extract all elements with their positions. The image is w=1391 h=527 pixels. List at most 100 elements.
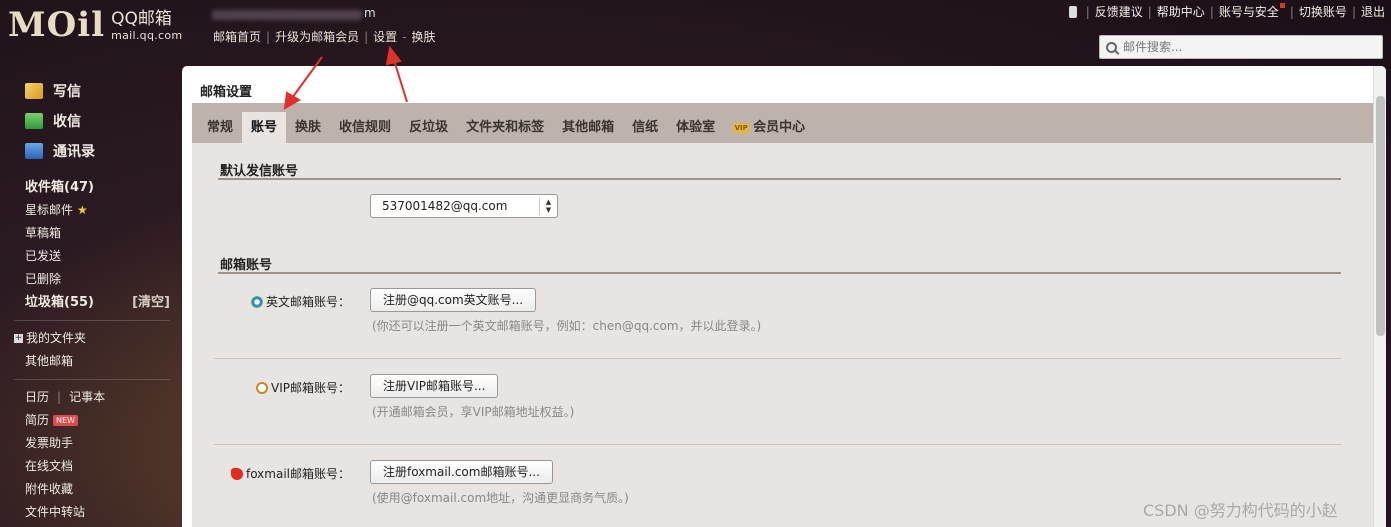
- phone-icon[interactable]: [1068, 5, 1077, 18]
- user-name-redacted: [212, 10, 362, 20]
- vip-account-label: VIP邮箱账号：: [256, 379, 350, 396]
- foxmail-account-label: foxmail邮箱账号：: [230, 465, 350, 482]
- foxmail-account-hint: (使用@foxmail.com地址，沟通更显商务气质。): [372, 491, 629, 505]
- sidebar-item-my-folders[interactable]: + 我的文件夹: [0, 327, 178, 350]
- default-sender-value: 537001482@qq.com: [382, 199, 508, 213]
- sidebar-item-label: 收信: [53, 114, 81, 130]
- sidebar-item-online-docs[interactable]: 在线文档: [0, 455, 178, 478]
- mail-search[interactable]: [1099, 35, 1383, 59]
- sidebar-apps-row: 日历 | 记事本: [0, 386, 178, 409]
- user-name-suffix: m: [364, 6, 376, 20]
- search-icon[interactable]: [1106, 41, 1117, 53]
- csdn-watermark: CSDN @努力构代码的小赵: [1143, 501, 1338, 520]
- sidebar-item-label: 简历: [25, 413, 50, 427]
- sidebar-item-resume[interactable]: 简历 NEW: [0, 409, 178, 432]
- register-vip-account-button[interactable]: 注册VIP邮箱账号...: [370, 374, 499, 398]
- tab-account[interactable]: 账号: [242, 112, 287, 143]
- sidebar-item-attachments[interactable]: 附件收藏: [0, 478, 178, 501]
- sidebar-item-other-mailboxes[interactable]: 其他邮箱: [0, 350, 178, 373]
- tab-vip-center[interactable]: VIP 会员中心: [724, 112, 814, 143]
- sidebar-item-starred[interactable]: 星标邮件 ★: [25, 199, 178, 222]
- english-account-label-text: 英文邮箱账号：: [265, 295, 350, 309]
- nav-skin-link[interactable]: 换肤: [411, 28, 435, 45]
- vip-icon: VIP: [733, 122, 750, 133]
- logo[interactable]: MOil QQ邮箱 mail.qq.com: [8, 8, 182, 42]
- sidebar-item-notebook[interactable]: 记事本: [69, 386, 105, 409]
- tab-anti-spam[interactable]: 反垃圾: [400, 112, 457, 143]
- section-divider: [218, 272, 1341, 274]
- tab-general[interactable]: 常规: [198, 112, 242, 143]
- feedback-link[interactable]: 反馈建议: [1095, 3, 1143, 20]
- settings-panel: 邮箱设置 常规 账号 换肤 收信规则 反垃圾 文件夹和标签 其他邮箱 信纸 体验…: [182, 66, 1386, 527]
- logo-url: mail.qq.com: [111, 29, 183, 42]
- sidebar-main-actions: 写信 收信 通讯录: [0, 62, 178, 166]
- sidebar-item-contacts[interactable]: 通讯录: [25, 136, 178, 166]
- vip-account-label-text: VIP邮箱账号：: [271, 381, 350, 395]
- sidebar: 写信 收信 通讯录 收件箱(47) 星标邮件 ★ 草稿箱 已发送 已删除 垃圾箱…: [0, 62, 178, 527]
- account-security-label: 账号与安全: [1218, 5, 1279, 19]
- sidebar-item-sent[interactable]: 已发送: [25, 245, 178, 268]
- divider: |: [364, 29, 369, 44]
- sidebar-item-calendar[interactable]: 日历: [25, 386, 49, 409]
- qq-english-icon: [250, 295, 263, 308]
- sidebar-item-label: 我的文件夹: [26, 331, 87, 345]
- settings-tabs: 常规 账号 换肤 收信规则 反垃圾 文件夹和标签 其他邮箱 信纸 体验室 VIP…: [192, 103, 1373, 143]
- nav-upgrade-link[interactable]: 升级为邮箱会员: [275, 28, 359, 45]
- search-input[interactable]: [1123, 40, 1363, 54]
- divider: |: [266, 29, 271, 44]
- tab-skin[interactable]: 换肤: [286, 112, 330, 143]
- nav-home-link[interactable]: 邮箱首页: [213, 28, 261, 45]
- pencil-icon: [25, 83, 43, 99]
- sidebar-item-inbox[interactable]: 收件箱(47): [25, 176, 178, 199]
- vip-account-hint: (开通邮箱会员，享VIP邮箱地址权益。): [372, 405, 575, 419]
- sidebar-item-file-transfer[interactable]: 文件中转站: [0, 501, 178, 524]
- tab-other-mailboxes[interactable]: 其他邮箱: [553, 112, 623, 143]
- notification-dot: [1279, 3, 1285, 8]
- sidebar-item-receive[interactable]: 收信: [25, 106, 178, 136]
- section-divider: [218, 178, 1341, 180]
- english-account-hint: (你还可以注册一个英文邮箱账号，例如：chen@qq.com，并以此登录。): [372, 319, 762, 333]
- top-header: MOil QQ邮箱 mail.qq.com m 邮箱首页 | 升级为邮箱会员 |…: [0, 0, 1391, 62]
- tab-lab[interactable]: 体验室: [667, 112, 724, 143]
- logo-mark: MOil: [8, 5, 106, 45]
- sidebar-item-deleted[interactable]: 已删除: [25, 268, 178, 291]
- divider: |: [1289, 4, 1294, 19]
- expand-plus-icon[interactable]: +: [14, 334, 23, 343]
- account-settings-content: 默认发信账号 537001482@qq.com ▲ ▼ 邮箱账号 英文邮箱账号： …: [192, 143, 1373, 527]
- tab-receive-rules[interactable]: 收信规则: [330, 112, 400, 143]
- sidebar-item-spam[interactable]: 垃圾箱(55) [清空]: [25, 291, 178, 314]
- nav-settings-link[interactable]: 设置: [373, 28, 397, 45]
- logo-name: QQ邮箱: [111, 9, 172, 29]
- default-sender-title: 默认发信账号: [220, 164, 299, 179]
- english-account-label: 英文邮箱账号：: [250, 293, 350, 310]
- default-sender-select[interactable]: 537001482@qq.com ▲ ▼: [370, 194, 558, 218]
- sidebar-item-drafts[interactable]: 草稿箱: [25, 222, 178, 245]
- divider: |: [1351, 4, 1356, 19]
- sidebar-item-label: 星标邮件: [25, 203, 74, 217]
- register-foxmail-account-button[interactable]: 注册foxmail.com邮箱账号...: [370, 460, 553, 484]
- logout-link[interactable]: 退出: [1361, 3, 1385, 20]
- qq-mail-app: MOil QQ邮箱 mail.qq.com m 邮箱首页 | 升级为邮箱会员 |…: [0, 0, 1391, 527]
- row-divider: [214, 444, 1341, 445]
- foxmail-icon: [230, 467, 243, 480]
- account-security-link[interactable]: 账号与安全: [1219, 3, 1285, 20]
- sidebar-item-label: 垃圾箱(55): [25, 295, 94, 310]
- scrollbar-thumb[interactable]: [1376, 96, 1385, 336]
- tab-stationery[interactable]: 信纸: [623, 112, 667, 143]
- sidebar-item-label: 写信: [53, 84, 81, 100]
- download-icon: [25, 113, 43, 129]
- vertical-scrollbar[interactable]: [1373, 66, 1386, 527]
- nav-dash: -: [402, 29, 407, 44]
- divider: |: [57, 390, 62, 404]
- sidebar-item-label: 通讯录: [53, 144, 95, 160]
- help-link[interactable]: 帮助中心: [1157, 3, 1205, 20]
- switch-account-link[interactable]: 切换账号: [1299, 3, 1347, 20]
- tab-folders-labels[interactable]: 文件夹和标签: [457, 112, 553, 143]
- top-right-links: | 反馈建议 | 帮助中心 | 账号与安全 | 切换账号 | 退出: [1068, 3, 1385, 20]
- register-english-account-button[interactable]: 注册@qq.com英文账号...: [370, 288, 537, 312]
- divider: |: [1147, 4, 1152, 19]
- clear-spam-link[interactable]: [清空]: [132, 291, 170, 314]
- sidebar-item-invoice[interactable]: 发票助手: [0, 432, 178, 455]
- top-nav: 邮箱首页 | 升级为邮箱会员 | 设置 - 换肤: [213, 28, 436, 45]
- sidebar-item-write[interactable]: 写信: [25, 76, 178, 106]
